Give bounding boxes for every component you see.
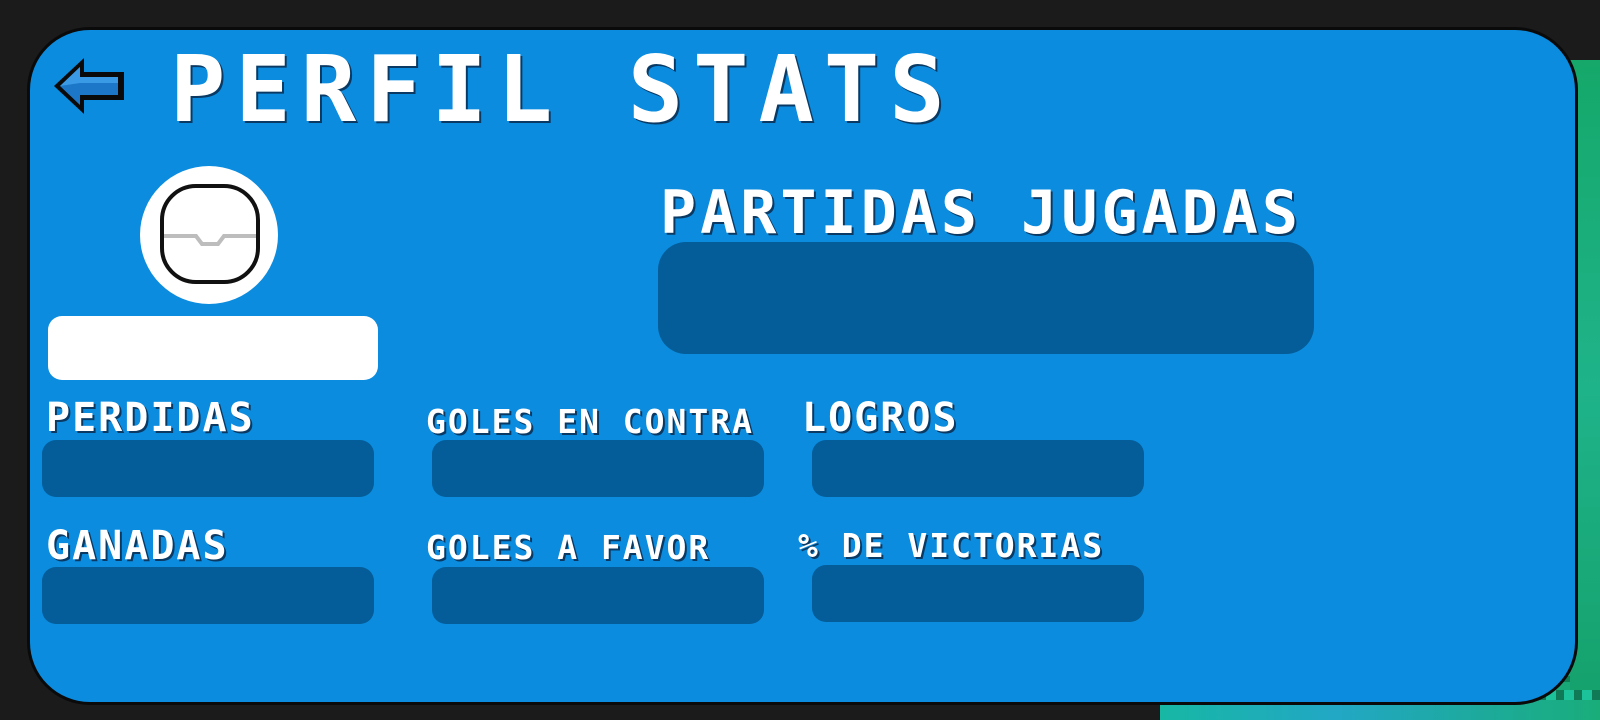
page-title: PERFIL STATS xyxy=(170,36,955,143)
player-avatar-icon xyxy=(160,184,260,284)
matches-played-label: PARTIDAS JUGADAS xyxy=(660,178,1302,248)
achievements-label: LOGROS xyxy=(802,395,959,441)
profile-stats-panel: PERFIL STATS PARTIDAS JUGADAS PERDIDAS G… xyxy=(30,30,1575,702)
goals-for-value-box xyxy=(432,567,764,624)
wins-value xyxy=(42,567,374,624)
matches-played-value xyxy=(658,242,1314,354)
achievements-value xyxy=(812,440,1144,497)
achievements-value-box xyxy=(812,440,1144,497)
goals-for-label: GOLES A FAVOR xyxy=(426,528,711,567)
wins-label: GANADAS xyxy=(46,523,229,569)
goals-against-label: GOLES EN CONTRA xyxy=(426,402,755,441)
player-name-field[interactable] xyxy=(48,316,378,380)
back-button[interactable] xyxy=(50,52,128,120)
goals-for-value xyxy=(432,567,764,624)
goals-against-value-box xyxy=(432,440,764,497)
avatar[interactable] xyxy=(140,166,278,304)
win-percentage-value-box xyxy=(812,565,1144,622)
wins-value-box xyxy=(42,567,374,624)
win-percentage-value xyxy=(812,565,1144,622)
goals-against-value xyxy=(432,440,764,497)
arrow-left-icon xyxy=(54,58,124,114)
losses-label: PERDIDAS xyxy=(46,395,255,441)
losses-value xyxy=(42,440,374,497)
losses-value-box xyxy=(42,440,374,497)
matches-played-value-box xyxy=(658,242,1314,354)
stats-screen: PERFIL STATS PARTIDAS JUGADAS PERDIDAS G… xyxy=(0,0,1600,720)
win-percentage-label: % DE VICTORIAS xyxy=(798,526,1105,565)
